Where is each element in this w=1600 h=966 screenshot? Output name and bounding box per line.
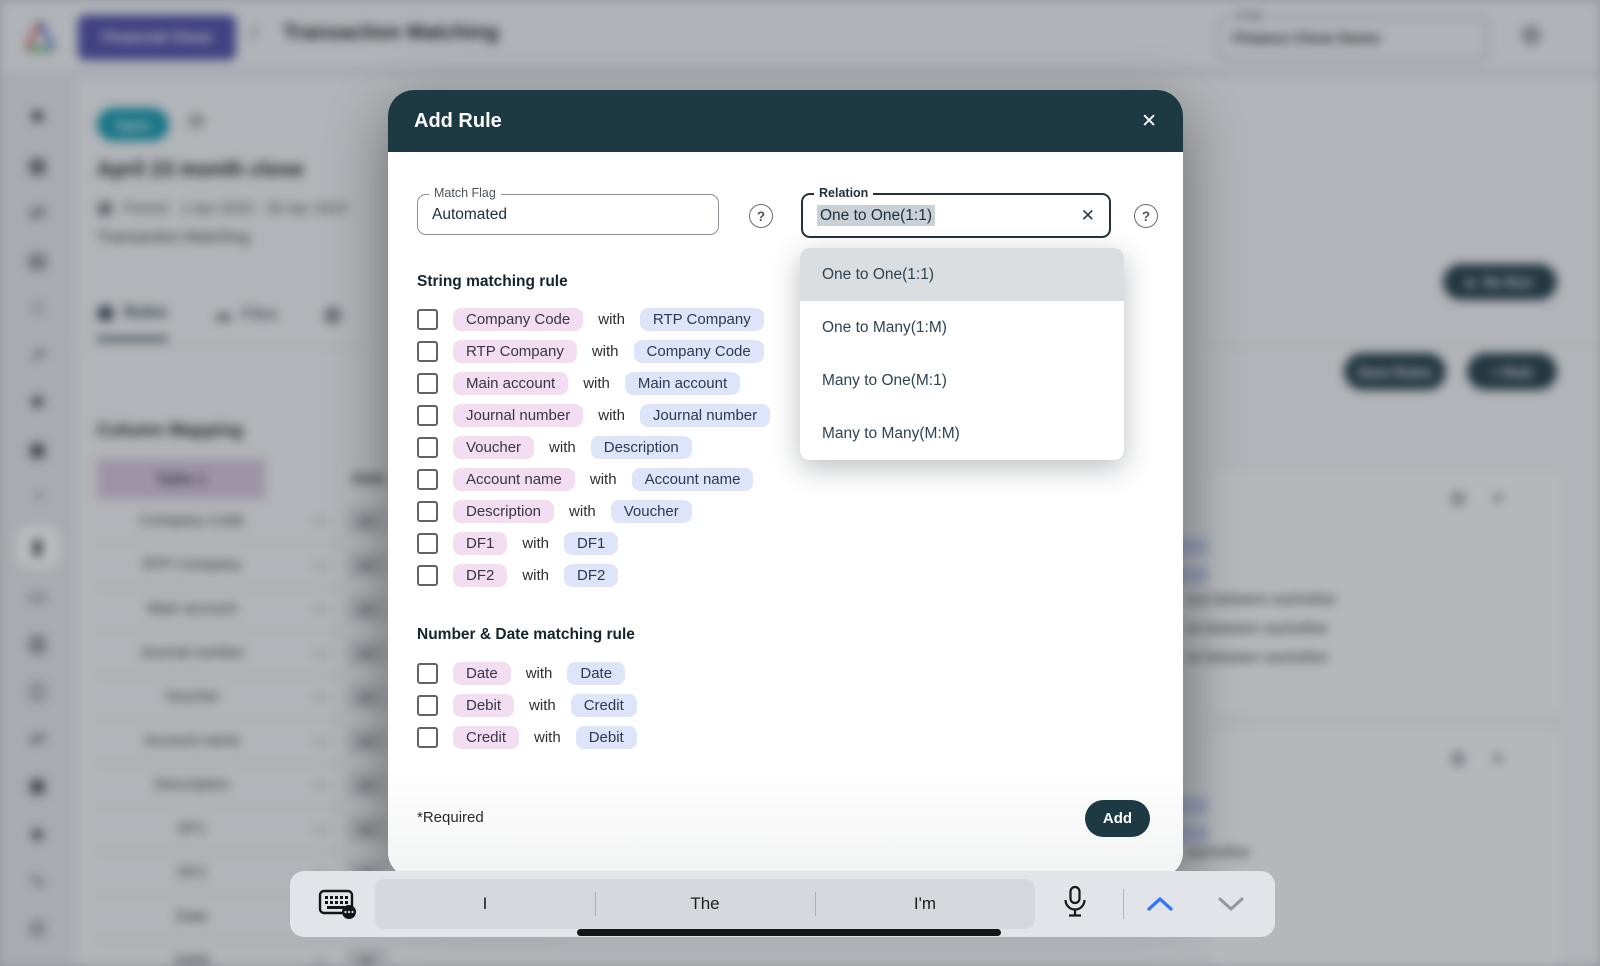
- rule-checkbox[interactable]: [417, 727, 438, 748]
- chevron-down-icon[interactable]: [1217, 896, 1245, 917]
- rule-left-pill: Journal number: [453, 404, 583, 427]
- rule-checkbox[interactable]: [417, 405, 438, 426]
- with-label: with: [583, 375, 610, 392]
- rule-left-pill: Debit: [453, 694, 514, 717]
- rule-checkbox[interactable]: [417, 565, 438, 586]
- relation-field[interactable]: Relation One to One(1:1) ✕: [801, 193, 1111, 238]
- microphone-icon[interactable]: [1062, 884, 1088, 927]
- number-date-rules-list: Date with Date Debit with Credit Credit …: [417, 657, 637, 753]
- matching-rule-row: Description with Voucher: [417, 495, 770, 527]
- rule-right-pill: Credit: [571, 694, 637, 717]
- rule-right-pill: RTP Company: [640, 308, 764, 331]
- with-label: with: [549, 439, 576, 456]
- number-date-section-title: Number & Date matching rule: [417, 626, 635, 644]
- with-label: with: [522, 567, 549, 584]
- rule-checkbox[interactable]: [417, 373, 438, 394]
- matching-rule-row: Voucher with Description: [417, 431, 770, 463]
- rule-right-pill: Date: [567, 662, 625, 685]
- suggestion[interactable]: I'm: [815, 879, 1035, 929]
- matching-rule-row: Main account with Main account: [417, 367, 770, 399]
- match-flag-value: Automated: [432, 195, 704, 234]
- matching-rule-row: DF2 with DF2: [417, 559, 770, 591]
- with-label: with: [590, 471, 617, 488]
- close-icon[interactable]: ✕: [1141, 110, 1157, 133]
- rule-left-pill: RTP Company: [453, 340, 577, 363]
- with-label: with: [598, 311, 625, 328]
- dropdown-option[interactable]: One to One(1:1): [800, 248, 1124, 301]
- dropdown-option[interactable]: Many to One(M:1): [800, 354, 1124, 407]
- rule-right-pill: DF1: [564, 532, 618, 555]
- with-label: with: [522, 535, 549, 552]
- with-label: with: [534, 729, 561, 746]
- matching-rule-row: RTP Company with Company Code: [417, 335, 770, 367]
- relation-value: One to One(1:1): [817, 205, 935, 226]
- add-button[interactable]: Add: [1085, 800, 1150, 837]
- rule-right-pill: Debit: [576, 726, 637, 749]
- match-flag-field[interactable]: Match Flag Automated: [417, 194, 719, 235]
- suggestion-strip: ITheI'm: [375, 879, 1035, 929]
- rule-left-pill: DF2: [453, 564, 507, 587]
- with-label: with: [526, 665, 553, 682]
- rule-left-pill: DF1: [453, 532, 507, 555]
- with-label: with: [592, 343, 619, 360]
- rule-left-pill: Date: [453, 662, 511, 685]
- rule-left-pill: Company Code: [453, 308, 583, 331]
- rule-left-pill: Description: [453, 500, 554, 523]
- matching-rule-row: Debit with Credit: [417, 689, 637, 721]
- modal-header: Add Rule ✕: [388, 90, 1183, 152]
- modal-title: Add Rule: [414, 110, 502, 133]
- matching-rule-row: Company Code with RTP Company: [417, 303, 770, 335]
- suggestion[interactable]: The: [595, 879, 815, 929]
- toolbar-divider: [1123, 889, 1124, 919]
- rule-checkbox[interactable]: [417, 309, 438, 330]
- matching-rule-row: Account name with Account name: [417, 463, 770, 495]
- rule-checkbox[interactable]: [417, 663, 438, 684]
- rule-checkbox[interactable]: [417, 437, 438, 458]
- modal-footer: *Required Add: [388, 782, 1183, 878]
- matching-rule-row: DF1 with DF1: [417, 527, 770, 559]
- with-label: with: [529, 697, 556, 714]
- help-icon[interactable]: ?: [749, 204, 773, 228]
- suggestion[interactable]: I: [375, 879, 595, 929]
- rule-checkbox[interactable]: [417, 501, 438, 522]
- dropdown-option[interactable]: Many to Many(M:M): [800, 407, 1124, 460]
- help-icon[interactable]: ?: [1134, 204, 1158, 228]
- rule-right-pill: Description: [591, 436, 692, 459]
- rule-checkbox[interactable]: [417, 695, 438, 716]
- relation-dropdown: One to One(1:1) One to Many(1:M) Many to…: [800, 248, 1124, 460]
- rule-right-pill: Voucher: [611, 500, 692, 523]
- rule-left-pill: Voucher: [453, 436, 534, 459]
- rule-right-pill: DF2: [564, 564, 618, 587]
- rule-left-pill: Main account: [453, 372, 568, 395]
- required-note: *Required: [417, 809, 484, 826]
- with-label: with: [598, 407, 625, 424]
- matching-rule-row: Date with Date: [417, 657, 637, 689]
- rule-checkbox[interactable]: [417, 469, 438, 490]
- matching-rule-row: Credit with Debit: [417, 721, 637, 753]
- rule-right-pill: Journal number: [640, 404, 770, 427]
- rule-left-pill: Account name: [453, 468, 575, 491]
- keyboard-accessory-bar: ITheI'm: [290, 871, 1275, 937]
- rule-checkbox[interactable]: [417, 533, 438, 554]
- rule-right-pill: Account name: [632, 468, 754, 491]
- rule-right-pill: Company Code: [634, 340, 764, 363]
- rule-left-pill: Credit: [453, 726, 519, 749]
- rule-checkbox[interactable]: [417, 341, 438, 362]
- dropdown-option[interactable]: One to Many(1:M): [800, 301, 1124, 354]
- clear-icon[interactable]: ✕: [1081, 195, 1095, 236]
- rule-right-pill: Main account: [625, 372, 740, 395]
- string-rules-list: Company Code with RTP Company RTP Compan…: [417, 303, 770, 591]
- with-label: with: [569, 503, 596, 520]
- string-section-title: String matching rule: [417, 273, 568, 291]
- chevron-up-icon[interactable]: [1146, 896, 1174, 917]
- matching-rule-row: Journal number with Journal number: [417, 399, 770, 431]
- home-indicator[interactable]: [577, 929, 1001, 936]
- add-rule-modal: Add Rule ✕ Match Flag Automated ? Relati…: [388, 90, 1183, 878]
- keyboard-icon[interactable]: [318, 888, 358, 925]
